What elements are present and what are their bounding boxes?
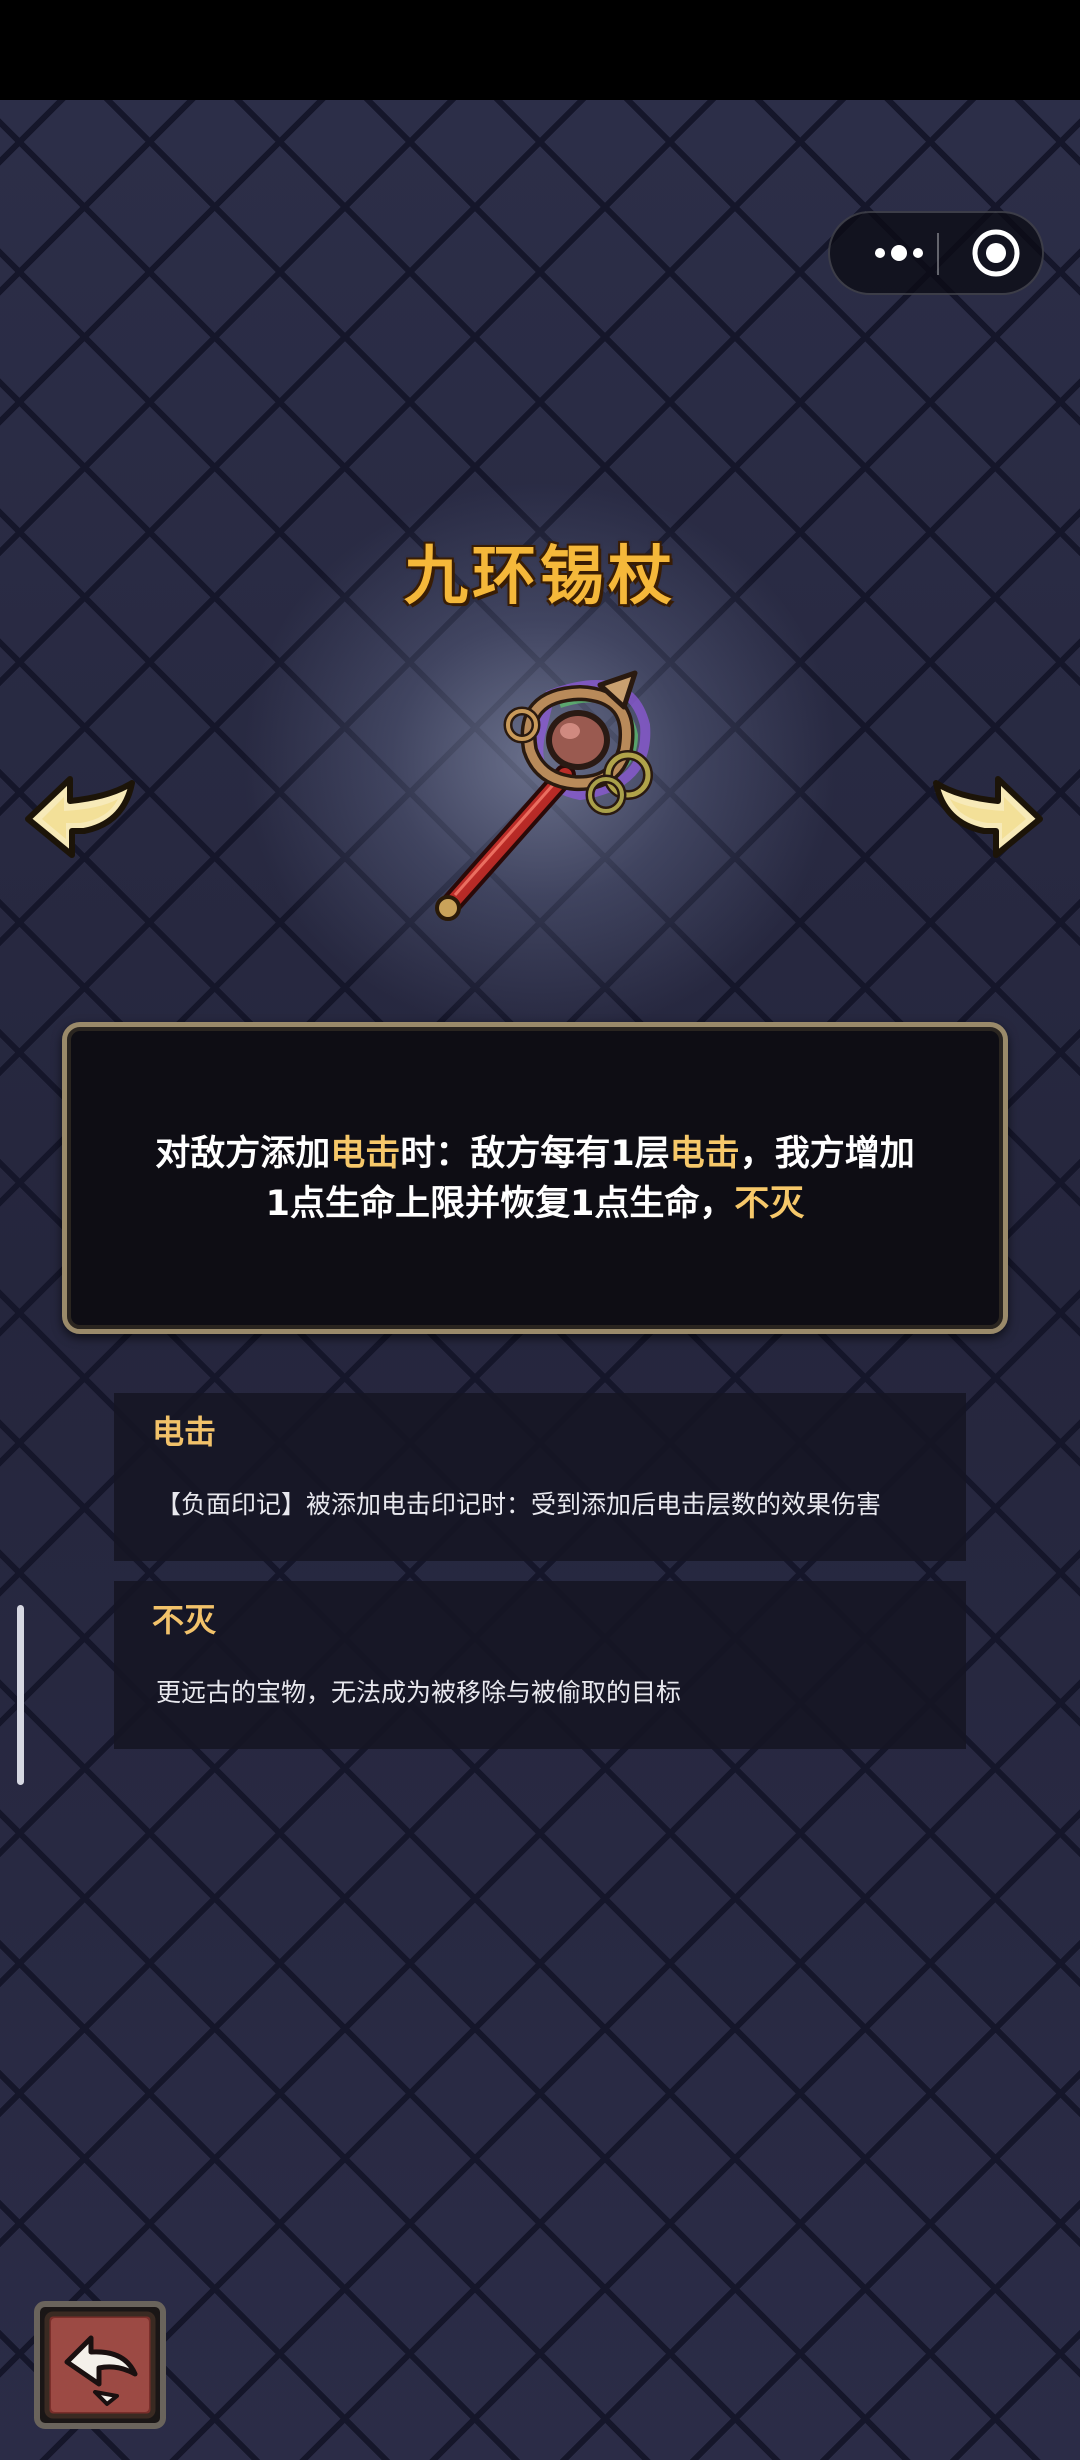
keyword-indestructible-highlight: 不灭 [734, 1184, 805, 1224]
keyword-card-shock: 电击 【负面印记】被添加电击印记时：受到添加后电击层数的效果伤害 [114, 1393, 966, 1561]
return-arrow-icon[interactable] [33, 2300, 167, 2430]
keyword-card-indestructible: 不灭 更远古的宝物，无法成为被移除与被偷取的目标 [114, 1581, 966, 1749]
arrow-left-icon[interactable] [20, 767, 140, 863]
capsule-divider [937, 233, 939, 275]
desc-line2-part1: 1点生命上限并恢复1点生命， [265, 1184, 735, 1224]
description-text: 对敌方添加电击时：敌方每有1层电击，我方增加 1点生命上限并恢复1点生命，不灭 [97, 1129, 973, 1229]
desc-line1-part2: 时：敌方每有1层 [400, 1134, 670, 1174]
keyword-title: 不灭 [152, 1601, 217, 1639]
keyword-description: 【负面印记】被添加电击印记时：受到添加后电击层数的效果伤害 [156, 1490, 882, 1519]
miniprogram-capsule [828, 211, 1044, 295]
keyword-shock-highlight-2: 电击 [669, 1134, 740, 1174]
arrow-right-icon[interactable] [928, 767, 1048, 863]
desc-line1-part1: 对敌方添加 [155, 1134, 331, 1174]
keyword-description: 更远古的宝物，无法成为被移除与被偷取的目标 [156, 1678, 682, 1707]
status-bar [0, 0, 1080, 100]
scroll-indicator[interactable] [17, 1605, 24, 1785]
staff-icon [435, 670, 653, 921]
more-dots-icon[interactable] [854, 225, 944, 281]
item-title: 九环锡杖 [404, 540, 676, 614]
target-circle-icon[interactable] [966, 225, 1026, 281]
keyword-shock-highlight: 电击 [330, 1134, 401, 1174]
keyword-title: 电击 [152, 1413, 217, 1451]
desc-line1-part3: ，我方增加 [739, 1134, 915, 1174]
description-box: 对敌方添加电击时：敌方每有1层电击，我方增加 1点生命上限并恢复1点生命，不灭 [62, 1022, 1008, 1334]
